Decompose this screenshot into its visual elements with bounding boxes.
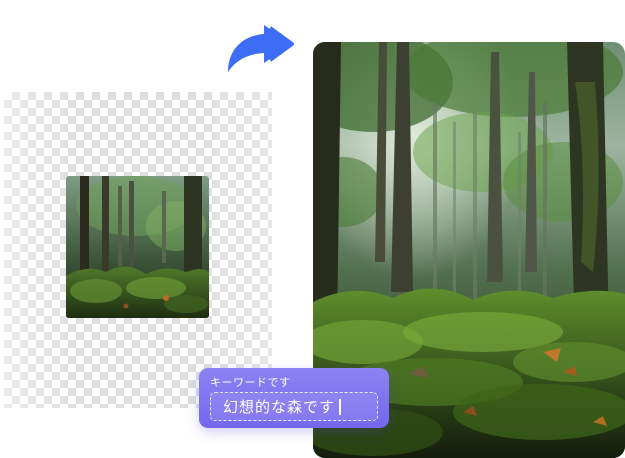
prompt-input-value: 幻想的な森です [223, 398, 336, 416]
text-caret [339, 398, 341, 415]
curved-arrow-right-icon [222, 22, 296, 76]
keyword-prompt-box: キーワードです 幻想的な森です [199, 368, 389, 428]
prompt-input-field[interactable]: 幻想的な森です [210, 392, 378, 421]
source-image-thumbnail [66, 176, 209, 318]
image-expand-illustration: キーワードです 幻想的な森です [0, 0, 625, 458]
forest-thumbnail-drawing [66, 176, 209, 318]
prompt-label: キーワードです [210, 376, 291, 389]
